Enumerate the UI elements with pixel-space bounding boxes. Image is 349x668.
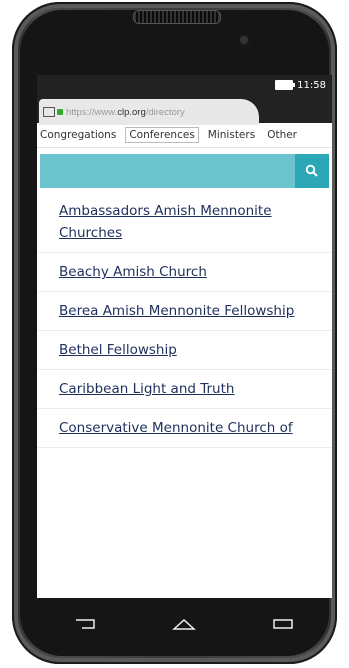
list-item-link[interactable]: Bethel Fellowship	[59, 342, 177, 358]
search-icon	[305, 164, 318, 177]
speaker-grille	[133, 10, 221, 24]
recent-apps-button[interactable]	[268, 614, 298, 634]
recent-apps-icon	[273, 619, 293, 629]
list-item-link[interactable]: Caribbean Light and Truth	[59, 381, 234, 397]
lock-icon	[57, 109, 63, 115]
list-item[interactable]: Ambassadors Amish Mennonite Churches	[37, 192, 332, 253]
browser-toolbar: https://www. clp.org /directory	[37, 95, 332, 125]
home-icon	[172, 618, 197, 630]
back-button[interactable]	[71, 614, 101, 634]
directory-tabs: Congregations Conferences Ministers Othe…	[37, 123, 332, 148]
search-input[interactable]	[40, 154, 329, 188]
android-nav-bar	[37, 600, 332, 648]
list-item[interactable]: Beachy Amish Church	[37, 253, 332, 292]
search-button[interactable]	[295, 154, 329, 188]
tab-conferences[interactable]: Conferences	[125, 127, 199, 143]
battery-icon	[275, 80, 296, 90]
home-button[interactable]	[169, 614, 199, 634]
tab-other[interactable]: Other	[264, 128, 300, 142]
conference-list: Ambassadors Amish Mennonite Churches Bea…	[37, 192, 332, 448]
list-item-link[interactable]: Berea Amish Mennonite Fellowship	[59, 303, 294, 319]
url-prefix: https://www.	[66, 106, 118, 118]
list-item[interactable]: Bethel Fellowship	[37, 331, 332, 370]
list-item[interactable]: Berea Amish Mennonite Fellowship	[37, 292, 332, 331]
page-icon	[43, 107, 55, 117]
tab-congregations[interactable]: Congregations	[37, 128, 119, 142]
status-bar: 11:58	[37, 75, 332, 95]
front-camera	[240, 36, 248, 44]
url-bar[interactable]: https://www. clp.org /directory	[39, 99, 259, 125]
url-host: clp.org	[117, 106, 146, 118]
list-item[interactable]: Conservative Mennonite Church of	[37, 409, 332, 448]
list-item-link[interactable]: Ambassadors Amish Mennonite Churches	[59, 203, 272, 241]
list-item-link[interactable]: Beachy Amish Church	[59, 264, 207, 280]
status-time: 11:58	[297, 79, 326, 91]
tab-ministers[interactable]: Ministers	[205, 128, 258, 142]
screen: 11:58 https://www. clp.org /directory Co…	[37, 75, 332, 598]
back-icon	[76, 619, 95, 629]
list-item-link[interactable]: Conservative Mennonite Church of	[59, 420, 293, 436]
list-item[interactable]: Caribbean Light and Truth	[37, 370, 332, 409]
url-path: /directory	[145, 106, 185, 118]
